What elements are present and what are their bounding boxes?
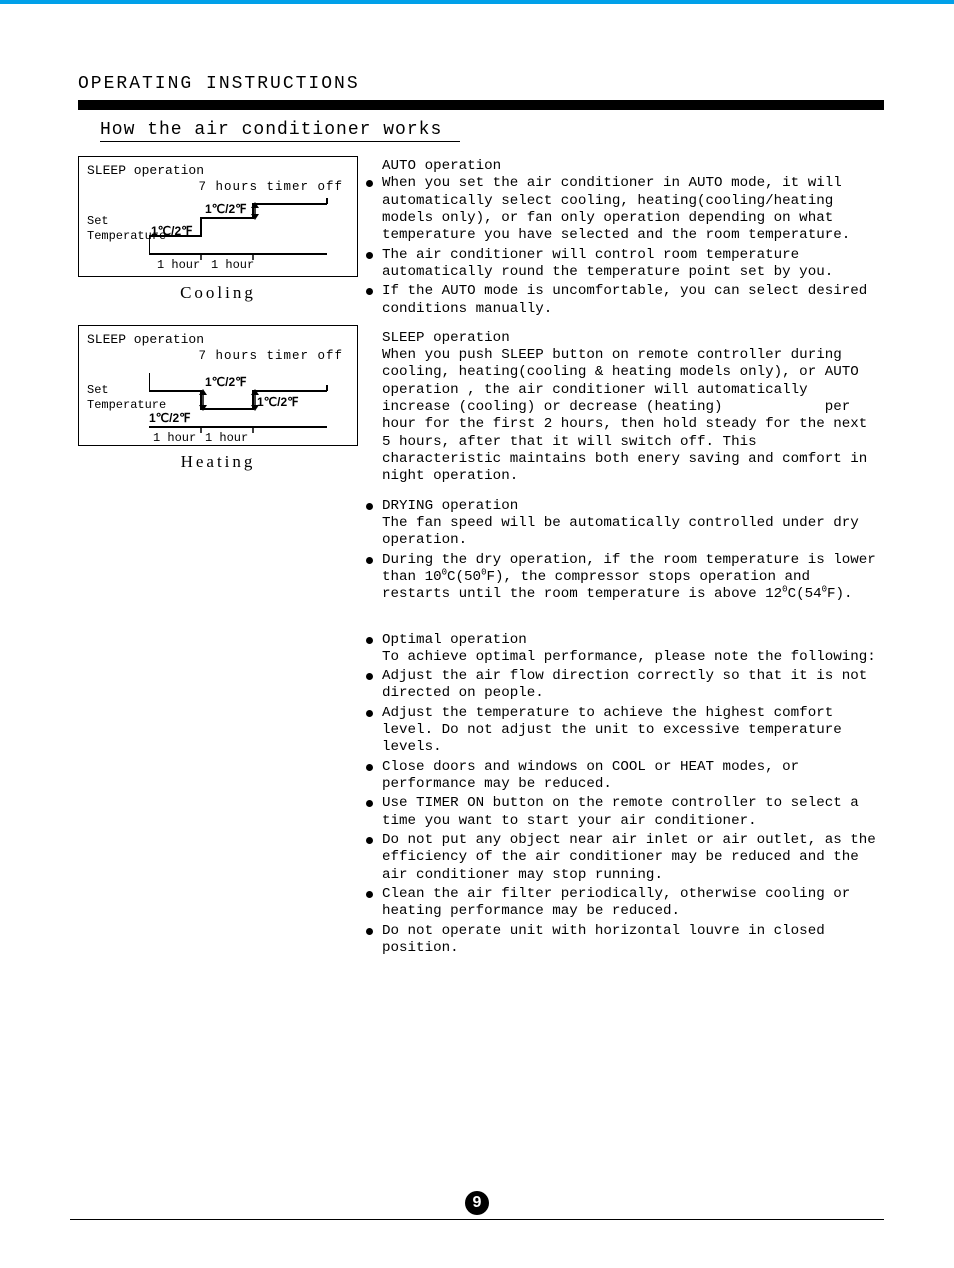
bullet-icon bbox=[366, 503, 376, 510]
heating-graph-icon: 1℃/2℉ 1℃/2℉ 1℃/2℉ 1 hour 1 hour bbox=[149, 365, 339, 453]
bullet-icon bbox=[366, 710, 376, 717]
sleep-heading: SLEEP operation bbox=[382, 330, 884, 347]
section-title: OPERATING INSTRUCTIONS bbox=[78, 74, 884, 94]
diagram-timer-label: 7 hours timer off bbox=[87, 349, 343, 363]
temperature-label: Temperature bbox=[87, 229, 149, 244]
page-subtitle: How the air conditioner works bbox=[100, 120, 460, 142]
bullet-icon bbox=[366, 252, 376, 259]
bullet-icon bbox=[366, 557, 376, 564]
diagram-title: SLEEP operation bbox=[87, 332, 349, 347]
step-label-2: 1℃/2℉ bbox=[205, 375, 261, 389]
bullet-icon bbox=[366, 288, 376, 295]
drying-bullet-2: During the dry operation, if the room te… bbox=[382, 552, 884, 604]
heavy-rule bbox=[78, 100, 884, 110]
drying-heading: DRYING operation bbox=[382, 498, 518, 514]
optimal-bullet-4: Use TIMER ON button on the remote contro… bbox=[382, 795, 884, 830]
optimal-bullet-6: Clean the air filter periodically, other… bbox=[382, 886, 884, 921]
temperature-label: Temperature bbox=[87, 398, 149, 413]
set-label: Set bbox=[87, 214, 149, 229]
bullet-icon bbox=[366, 928, 376, 935]
bullet-icon bbox=[366, 637, 376, 644]
cooling-diagram: SLEEP operation 7 hours timer off Set Te… bbox=[78, 156, 358, 277]
cooling-graph-icon: 1℃/2℉ 1℃/2℉ 1 hour 1 hour bbox=[149, 196, 339, 274]
page-number-badge: 9 bbox=[465, 1191, 489, 1215]
drying-para: The fan speed will be automatically cont… bbox=[382, 515, 859, 548]
optimal-heading: Optimal operation bbox=[382, 632, 527, 648]
optimal-bullet-2: Adjust the temperature to achieve the hi… bbox=[382, 705, 884, 757]
bullet-icon bbox=[366, 764, 376, 771]
cooling-caption: Cooling bbox=[78, 283, 358, 303]
footer-rule bbox=[70, 1219, 884, 1220]
bullet-icon bbox=[366, 891, 376, 898]
set-label: Set bbox=[87, 383, 149, 398]
bullet-icon bbox=[366, 800, 376, 807]
auto-bullet-1: When you set the air conditioner in AUTO… bbox=[382, 175, 884, 244]
step-label-1: 1℃/2℉ bbox=[151, 224, 207, 238]
heating-caption: Heating bbox=[78, 452, 358, 472]
optimal-bullet-3: Close doors and windows on COOL or HEAT … bbox=[382, 759, 884, 794]
step-label-3: 1℃/2℉ bbox=[257, 395, 313, 409]
bullet-icon bbox=[366, 180, 376, 187]
bullet-icon bbox=[366, 673, 376, 680]
hour-label-2: 1 hour bbox=[205, 431, 255, 445]
optimal-bullet-7: Do not operate unit with horizontal louv… bbox=[382, 923, 884, 958]
auto-heading: AUTO operation bbox=[382, 158, 884, 175]
hour-label-2: 1 hour bbox=[211, 258, 261, 272]
auto-bullet-2: The air conditioner will control room te… bbox=[382, 247, 884, 282]
optimal-bullet-5: Do not put any object near air inlet or … bbox=[382, 832, 884, 884]
step-label-2: 1℃/2℉ bbox=[205, 202, 261, 216]
heating-diagram: SLEEP operation 7 hours timer off Set Te… bbox=[78, 325, 358, 446]
diagram-title: SLEEP operation bbox=[87, 163, 349, 178]
sleep-paragraph: When you push SLEEP button on remote con… bbox=[382, 347, 884, 486]
drying-block: DRYING operation The fan speed will be a… bbox=[382, 498, 884, 550]
diagram-timer-label: 7 hours timer off bbox=[87, 180, 343, 194]
optimal-intro: To achieve optimal performance, please n… bbox=[382, 649, 876, 665]
optimal-bullet-1: Adjust the air flow direction correctly … bbox=[382, 668, 884, 703]
step-label-1: 1℃/2℉ bbox=[149, 411, 205, 425]
auto-bullet-3: If the AUTO mode is uncomfortable, you c… bbox=[382, 283, 884, 318]
hour-label-1: 1 hour bbox=[153, 431, 203, 445]
hour-label-1: 1 hour bbox=[157, 258, 207, 272]
bullet-icon bbox=[366, 837, 376, 844]
optimal-block: Optimal operation To achieve optimal per… bbox=[382, 632, 884, 667]
